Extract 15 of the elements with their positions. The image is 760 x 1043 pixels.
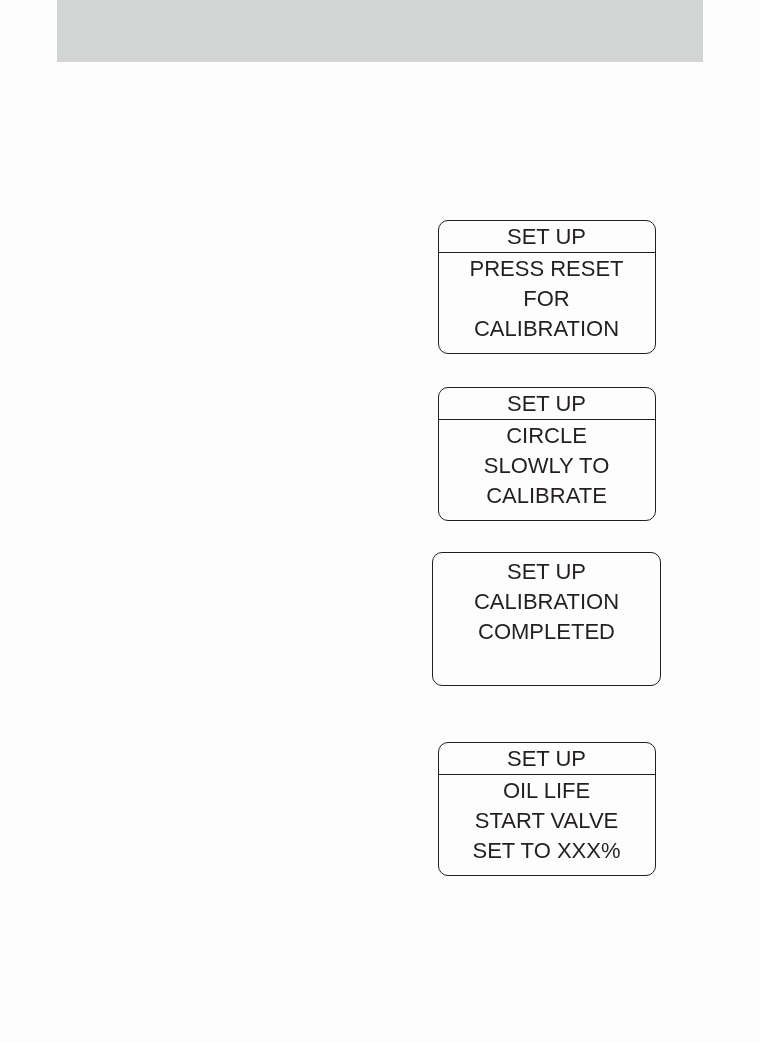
display-title: SET UP bbox=[506, 558, 587, 586]
display-line: START VALVE bbox=[474, 807, 619, 835]
display-line: PRESS RESET bbox=[469, 255, 624, 283]
display-line: CIRCLE bbox=[506, 422, 587, 450]
display-line: CALIBRATE bbox=[486, 482, 607, 510]
display-line: SLOWLY TO bbox=[483, 452, 610, 480]
display-line: SET TO XXX% bbox=[472, 837, 621, 865]
display-line: COMPLETED bbox=[478, 618, 615, 646]
display-line: FOR bbox=[523, 285, 570, 313]
display-title: SET UP bbox=[506, 389, 587, 418]
display-title: SET UP bbox=[506, 744, 587, 773]
display-title: SET UP bbox=[506, 222, 587, 251]
display-line: CALIBRATION bbox=[473, 588, 620, 616]
display-line: OIL LIFE bbox=[502, 777, 591, 805]
display-line: CALIBRATION bbox=[473, 315, 620, 343]
